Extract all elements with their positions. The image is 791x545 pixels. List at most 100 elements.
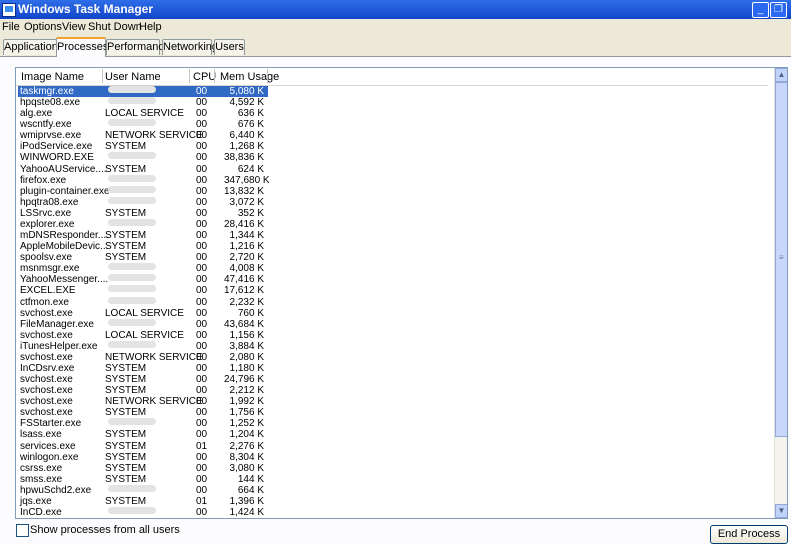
mem-usage-cell: 2,232 K bbox=[229, 296, 264, 308]
user-name-cell: LOCAL SERVICE bbox=[105, 329, 184, 341]
list-header: Image Name User Name CPU Mem Usage bbox=[16, 68, 768, 86]
redacted-user-name bbox=[108, 218, 156, 226]
table-row[interactable]: FileManager.exe 00 43,684 K bbox=[16, 318, 768, 330]
image-name-cell: YahooAUService.... bbox=[20, 163, 107, 175]
table-row[interactable]: hpqtra08.exe 00 3,072 K bbox=[16, 196, 768, 208]
column-divider[interactable] bbox=[189, 69, 190, 83]
table-row[interactable]: YahooAUService.... SYSTEM 00 624 K bbox=[16, 164, 768, 175]
column-image-name[interactable]: Image Name bbox=[21, 71, 84, 83]
tab-performance[interactable]: Performance bbox=[106, 39, 170, 55]
image-name-cell: lsass.exe bbox=[20, 429, 62, 441]
table-row[interactable]: ctfmon.exe 00 2,232 K bbox=[16, 296, 768, 308]
table-row[interactable]: iPodService.exe SYSTEM 00 1,268 K bbox=[16, 141, 768, 152]
menu-help[interactable]: Help bbox=[139, 21, 162, 33]
scroll-down-arrow-icon[interactable]: ▼ bbox=[775, 504, 787, 518]
scroll-up-arrow-icon[interactable]: ▲ bbox=[775, 68, 787, 82]
vertical-scrollbar[interactable]: ▲ ≡ ▼ bbox=[774, 68, 787, 518]
table-row[interactable]: csrss.exe SYSTEM 00 3,080 K bbox=[16, 463, 768, 474]
mem-usage-cell: 1,396 K bbox=[229, 495, 264, 507]
table-row[interactable]: svchost.exe SYSTEM 00 2,212 K bbox=[16, 385, 768, 396]
menu-file[interactable]: File bbox=[2, 21, 20, 33]
table-row[interactable]: smss.exe SYSTEM 00 144 K bbox=[16, 474, 768, 485]
table-row[interactable]: msnmsgr.exe 00 4,008 K bbox=[16, 263, 768, 274]
user-name-cell: SYSTEM bbox=[105, 230, 147, 242]
table-row[interactable]: AppleMobileDevic... SYSTEM 00 1,216 K bbox=[16, 241, 768, 252]
table-row[interactable]: svchost.exe SYSTEM 00 1,756 K bbox=[16, 407, 768, 418]
table-row[interactable]: explorer.exe 00 28,416 K bbox=[16, 218, 768, 230]
cpu-cell: 00 bbox=[196, 196, 208, 208]
table-row[interactable]: mDNSResponder.... SYSTEM 00 1,344 K bbox=[16, 230, 768, 241]
tab-networking[interactable]: Networking bbox=[162, 39, 218, 55]
show-all-processes-checkbox[interactable] bbox=[16, 524, 29, 537]
cpu-cell: 00 bbox=[196, 241, 208, 253]
column-mem-usage[interactable]: Mem Usage bbox=[220, 71, 279, 83]
scroll-thumb[interactable]: ≡ bbox=[775, 82, 787, 437]
redacted-user-name bbox=[108, 296, 156, 304]
cpu-cell: 00 bbox=[196, 230, 208, 242]
table-row[interactable]: svchost.exe LOCAL SERVICE 00 1,156 K bbox=[16, 330, 768, 341]
tab-users[interactable]: Users bbox=[214, 39, 245, 55]
table-row[interactable]: svchost.exe LOCAL SERVICE 00 760 K bbox=[16, 308, 768, 319]
menu-shut-down[interactable]: Shut Down bbox=[88, 21, 142, 33]
table-row[interactable]: plugin-container.exe 00 13,832 K bbox=[16, 185, 768, 197]
column-divider[interactable] bbox=[267, 69, 268, 83]
table-row[interactable]: InCDsrv.exe SYSTEM 00 1,180 K bbox=[16, 363, 768, 374]
mem-usage-cell: 624 K bbox=[237, 163, 264, 175]
tab-processes[interactable]: Processes bbox=[56, 37, 108, 57]
redacted-user-name bbox=[108, 418, 156, 426]
table-row[interactable]: hpwuSchd2.exe 00 664 K bbox=[16, 484, 768, 496]
table-row[interactable]: YahooMessenger.... 00 47,416 K bbox=[16, 274, 768, 285]
column-divider[interactable] bbox=[102, 69, 103, 83]
table-row[interactable]: winlogon.exe SYSTEM 00 8,304 K bbox=[16, 452, 768, 463]
table-row[interactable]: wmiprvse.exe NETWORK SERVICE 00 6,440 K bbox=[16, 130, 768, 141]
table-row[interactable]: EXCEL.EXE 00 17,612 K bbox=[16, 285, 768, 296]
table-row[interactable]: iTunesHelper.exe 00 3,884 K bbox=[16, 340, 768, 352]
cpu-cell: 00 bbox=[196, 218, 208, 230]
table-row[interactable]: jqs.exe SYSTEM 01 1,396 K bbox=[16, 496, 768, 507]
menu-options[interactable]: Options bbox=[24, 21, 62, 33]
maximize-button[interactable]: ❐ bbox=[770, 2, 787, 18]
column-user-name[interactable]: User Name bbox=[105, 71, 161, 83]
user-name-cell: LOCAL SERVICE bbox=[105, 307, 184, 319]
redacted-user-name bbox=[108, 86, 156, 93]
table-row[interactable]: hpqste08.exe 00 4,592 K bbox=[16, 97, 768, 108]
image-name-cell: explorer.exe bbox=[20, 218, 75, 230]
process-list[interactable]: Image Name User Name CPU Mem Usage taskm… bbox=[15, 67, 788, 519]
cpu-cell: 00 bbox=[196, 274, 208, 286]
mem-usage-cell: 1,156 K bbox=[229, 329, 264, 341]
window-title: Windows Task Manager bbox=[18, 2, 154, 16]
table-row[interactable]: lsass.exe SYSTEM 00 1,204 K bbox=[16, 429, 768, 440]
table-row[interactable]: LSSrvc.exe SYSTEM 00 352 K bbox=[16, 208, 768, 219]
user-name-cell: SYSTEM bbox=[105, 163, 147, 175]
table-row[interactable]: spoolsv.exe SYSTEM 00 2,720 K bbox=[16, 252, 768, 263]
image-name-cell: AppleMobileDevic... bbox=[20, 241, 109, 253]
table-row[interactable]: svchost.exe NETWORK SERVICE 00 1,992 K bbox=[16, 396, 768, 407]
tab-applications[interactable]: Applications bbox=[3, 39, 63, 55]
table-row[interactable]: svchost.exe NETWORK SERVICE 00 2,080 K bbox=[16, 352, 768, 363]
show-all-processes-label: Show processes from all users bbox=[30, 524, 180, 536]
table-row[interactable]: InCD.exe 00 1,424 K bbox=[16, 507, 768, 518]
minimize-button[interactable]: _ bbox=[752, 2, 769, 18]
redacted-user-name bbox=[108, 285, 156, 293]
user-name-cell: SYSTEM bbox=[105, 385, 147, 397]
table-row[interactable]: firefox.exe 00 347,680 K bbox=[16, 174, 768, 186]
cpu-cell: 00 bbox=[196, 152, 208, 164]
table-row[interactable]: taskmgr.exe 00 5,080 K bbox=[16, 86, 768, 97]
column-divider[interactable] bbox=[214, 69, 215, 83]
table-row[interactable]: WINWORD.EXE 00 38,836 K bbox=[16, 152, 768, 163]
task-manager-icon bbox=[2, 3, 16, 17]
table-row[interactable]: FSStarter.exe 00 1,252 K bbox=[16, 418, 768, 429]
user-name-cell: SYSTEM bbox=[105, 207, 147, 219]
table-row[interactable]: svchost.exe SYSTEM 00 24,796 K bbox=[16, 374, 768, 385]
cpu-cell: 00 bbox=[196, 407, 208, 419]
end-process-button[interactable]: End Process bbox=[710, 525, 788, 544]
table-row[interactable]: services.exe SYSTEM 01 2,276 K bbox=[16, 441, 768, 452]
cpu-cell: 00 bbox=[196, 451, 208, 463]
menu-view[interactable]: View bbox=[62, 21, 86, 33]
table-row[interactable]: wscntfy.exe 00 676 K bbox=[16, 119, 768, 130]
mem-usage-cell: 347,680 K bbox=[224, 174, 270, 186]
user-name-cell: SYSTEM bbox=[105, 462, 147, 474]
cpu-cell: 00 bbox=[196, 473, 208, 485]
column-cpu[interactable]: CPU bbox=[193, 71, 216, 83]
table-row[interactable]: alg.exe LOCAL SERVICE 00 636 K bbox=[16, 108, 768, 119]
